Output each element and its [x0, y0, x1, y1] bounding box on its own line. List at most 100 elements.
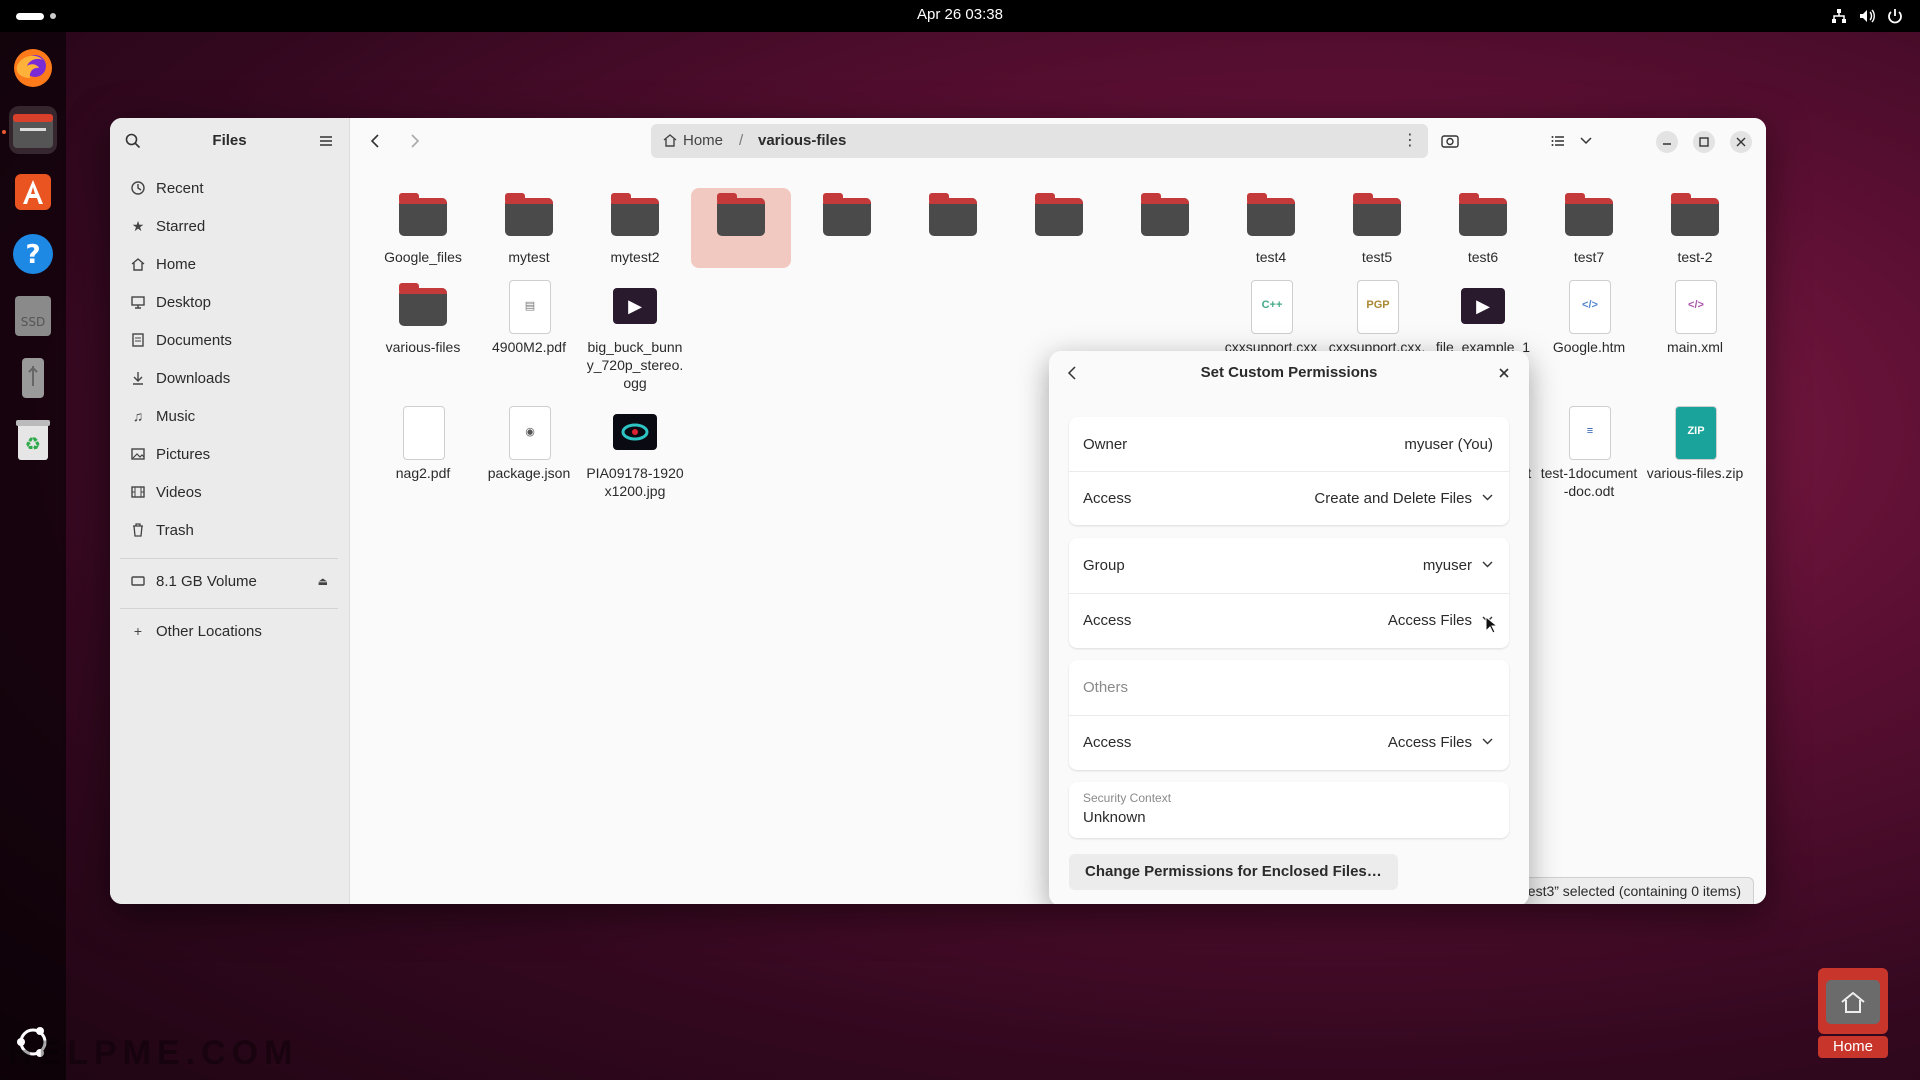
view-options-chevron-icon[interactable] [1571, 126, 1601, 156]
top-bar: Apr 26 03:38 [0, 0, 1920, 32]
folder-item[interactable]: mytest2 [585, 188, 685, 266]
others-row: Others [1069, 660, 1509, 714]
close-window-button[interactable] [1730, 131, 1752, 153]
file-item[interactable]: </> Google.htm [1539, 278, 1639, 356]
file-name: various-files.zip [1646, 465, 1744, 481]
folder-item[interactable]: Google_files [373, 188, 473, 266]
volume-icon[interactable] [1858, 7, 1876, 25]
group-access-label: Access [1083, 611, 1132, 629]
file-item[interactable]: ◉ package.json [479, 404, 579, 482]
header-bar: Home / various-files ⋮ [350, 118, 1766, 164]
file-name: test6 [1467, 249, 1499, 265]
file-name: various-files [385, 339, 461, 355]
folder-item[interactable]: test6 [1433, 188, 1533, 266]
file-name: mytest2 [610, 249, 660, 265]
ssd-drive-icon[interactable]: SSD [9, 292, 57, 340]
sidebar-item-documents[interactable]: Documents [120, 323, 338, 357]
file-item[interactable]: nag2.pdf [373, 404, 473, 482]
folder-item[interactable] [1115, 188, 1215, 244]
folder-thumbnail-icon [1667, 188, 1723, 244]
group-access-dropdown[interactable]: Access Files [1388, 612, 1493, 629]
download-icon [130, 370, 146, 386]
breadcrumb-home[interactable]: Home [683, 124, 723, 158]
minimize-button[interactable] [1656, 131, 1678, 153]
folder-thumbnail-icon [1561, 188, 1617, 244]
folder-item[interactable] [903, 188, 1003, 244]
folder-item[interactable]: test4 [1221, 188, 1321, 266]
change-enclosed-permissions-button[interactable]: Change Permissions for Enclosed Files… [1069, 854, 1398, 890]
file-item[interactable]: ≡ test-1document-doc.odt [1539, 404, 1639, 500]
group-access-row[interactable]: Access Access Files [1069, 593, 1509, 647]
others-access-dropdown[interactable]: Access Files [1388, 734, 1493, 751]
file-name: test-1document-doc.odt [1540, 465, 1638, 499]
network-icon[interactable] [1830, 7, 1848, 25]
watermark: HELPME.COM [8, 1034, 299, 1072]
list-view-icon[interactable] [1543, 126, 1573, 156]
group-row[interactable]: Group myuser [1069, 538, 1509, 592]
folder-item[interactable]: test-2 [1645, 188, 1745, 266]
sidebar-item-downloads[interactable]: Downloads [120, 361, 338, 395]
folder-item[interactable] [797, 188, 897, 244]
breadcrumb-separator: / [739, 132, 744, 149]
image-thumbnail-icon [607, 404, 663, 460]
group-card: Group myuser Access Access Files [1069, 538, 1509, 648]
folder-item[interactable]: test7 [1539, 188, 1639, 266]
clock[interactable]: Apr 26 03:38 [0, 0, 1920, 30]
files-app-icon[interactable] [9, 106, 57, 154]
path-bar[interactable]: Home / various-files ⋮ [651, 124, 1428, 158]
forward-button[interactable] [400, 126, 430, 156]
hamburger-menu-icon[interactable] [311, 126, 341, 156]
file-item[interactable]: ZIP various-files.zip [1645, 404, 1745, 482]
dialog-title: Set Custom Permissions [1200, 364, 1378, 381]
chevron-down-icon [1482, 736, 1493, 748]
cxx-thumbnail-icon: C++ [1243, 278, 1299, 334]
breadcrumb-current[interactable]: various-files [758, 124, 846, 158]
back-button[interactable] [360, 126, 390, 156]
eject-icon[interactable]: ⏏ [318, 575, 328, 588]
sidebar-item-starred[interactable]: ★ Starred [120, 209, 338, 243]
app-center-icon[interactable] [9, 168, 57, 216]
folder-item[interactable]: mytest [479, 188, 579, 266]
others-access-row[interactable]: Access Access Files [1069, 715, 1509, 769]
owner-access-row[interactable]: Access Create and Delete Files [1069, 471, 1509, 525]
folder-item[interactable]: test5 [1327, 188, 1427, 266]
file-item[interactable]: ▶ big_buck_bunny_720p_stereo.ogg [585, 278, 685, 392]
folder-item[interactable] [1009, 188, 1109, 244]
sidebar-item-music[interactable]: ♫ Music [120, 399, 338, 433]
file-name: big_buck_bunny_720p_stereo.ogg [586, 339, 684, 391]
sidebar-item-videos[interactable]: Videos [120, 475, 338, 509]
maximize-button[interactable] [1693, 131, 1715, 153]
pgp-thumbnail-icon: PGP [1349, 278, 1405, 334]
path-menu-icon[interactable]: ⋮ [1402, 124, 1418, 158]
sidebar-item-pictures[interactable]: Pictures [120, 437, 338, 471]
owner-access-dropdown[interactable]: Create and Delete Files [1314, 490, 1493, 507]
security-context-card: Security Context Unknown [1069, 782, 1509, 838]
folder-thumbnail-icon [395, 188, 451, 244]
help-icon[interactable]: ? [9, 230, 57, 278]
sidebar-item-label: Starred [156, 217, 206, 235]
recycle-bin-icon[interactable]: ♻ [9, 416, 57, 464]
dialog-close-button[interactable] [1489, 358, 1519, 388]
sidebar-item-recent[interactable]: Recent [120, 171, 338, 205]
xml-thumbnail-icon: </> [1667, 278, 1723, 334]
sidebar-item-desktop[interactable]: Desktop [120, 285, 338, 319]
firefox-icon[interactable] [9, 44, 57, 92]
file-item[interactable]: </> main.xml [1645, 278, 1745, 356]
group-dropdown[interactable]: myuser [1423, 557, 1493, 574]
sidebar-item-trash[interactable]: Trash [120, 513, 338, 547]
sidebar-divider [120, 558, 338, 559]
sidebar-item-other-locations[interactable]: + Other Locations [120, 614, 338, 648]
file-name: nag2.pdf [395, 465, 451, 481]
desktop-home-icon[interactable]: Home [1818, 968, 1888, 1058]
file-item[interactable]: PIA09178-1920x1200.jpg [585, 404, 685, 500]
sidebar-item-home[interactable]: Home [120, 247, 338, 281]
usb-drive-icon[interactable] [9, 354, 57, 402]
power-icon[interactable] [1886, 7, 1904, 25]
sidebar-item-volume[interactable]: 8.1 GB Volume ⏏ [120, 564, 338, 598]
file-item[interactable]: C++ cxxsupport.cxx [1221, 278, 1321, 356]
file-item[interactable]: ▤ 4900M2.pdf [479, 278, 579, 356]
folder-item[interactable] [691, 188, 791, 268]
folder-item[interactable]: various-files [373, 278, 473, 356]
sidebar-item-label: 8.1 GB Volume [156, 572, 257, 590]
new-folder-icon[interactable] [1435, 126, 1465, 156]
